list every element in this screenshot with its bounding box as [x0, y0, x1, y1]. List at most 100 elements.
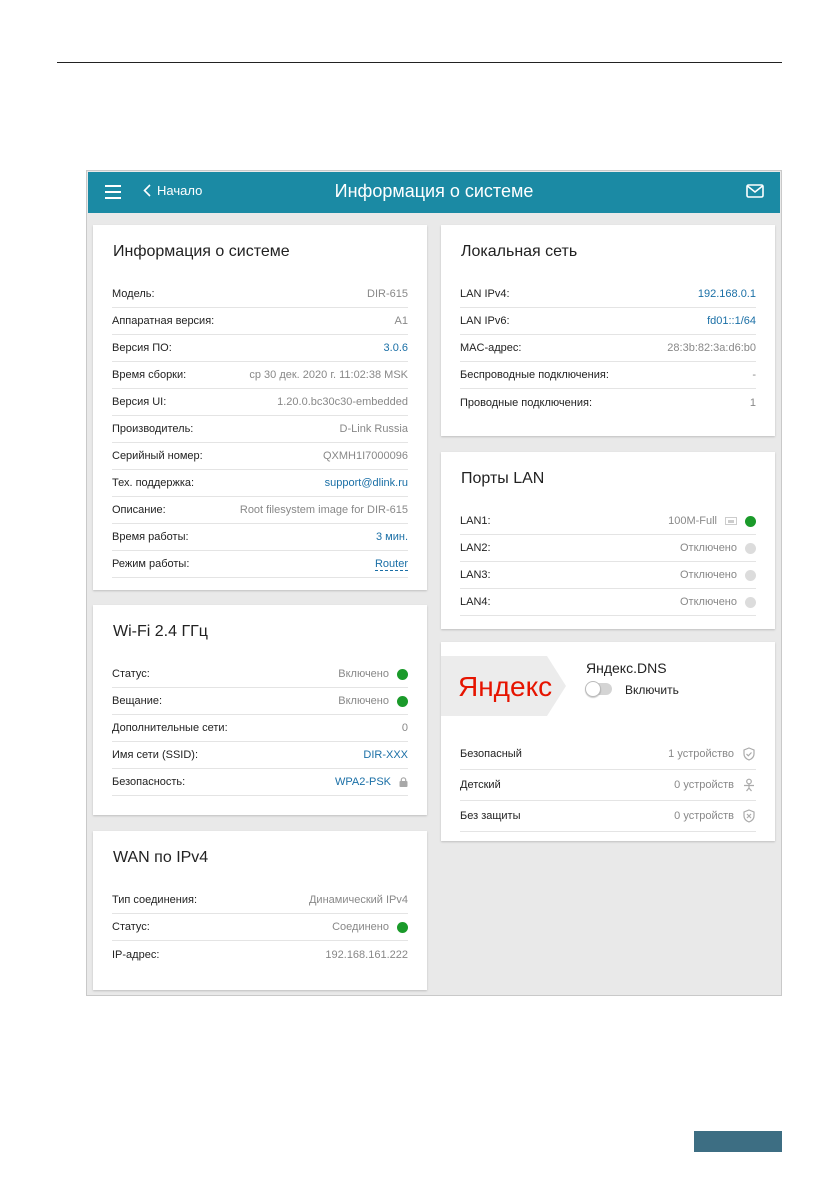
shield-check-icon: [743, 747, 755, 761]
info-row-support: Тех. поддержка: support@dlink.ru: [112, 470, 408, 497]
toggle-knob: [585, 681, 601, 697]
ssid-link[interactable]: DIR-XXX: [363, 749, 408, 761]
port-disconnected-indicator: [745, 542, 756, 554]
row-value: Отключено: [680, 596, 737, 608]
row-value: 1: [749, 396, 756, 409]
row-label: Производитель:: [112, 423, 194, 435]
ethernet-icon: [725, 517, 737, 525]
row-label: MAC-адрес:: [460, 342, 522, 354]
row-label: Версия UI:: [112, 396, 167, 408]
system-info-title: Информация о системе: [113, 243, 290, 260]
svg-text:Яндекс: Яндекс: [458, 671, 552, 702]
wan-row-status: Статус: Соединено: [112, 914, 408, 941]
row-label: Тех. поддержка:: [112, 477, 195, 489]
wan-card: WAN по IPv4 Тип соединения: Динамический …: [93, 831, 427, 990]
row-label: LAN IPv4:: [460, 288, 510, 300]
row-value: 0 устройств: [674, 810, 734, 822]
dns-row-family: Детский 0 устройств: [460, 770, 756, 801]
toggle-label: Включить: [625, 683, 679, 697]
wifi-row-extra-networks: Дополнительные сети: 0: [112, 715, 408, 742]
row-label: Проводные подключения:: [460, 396, 593, 409]
port-row-lan4: LAN4: Отключено: [460, 589, 756, 616]
security-link[interactable]: WPA2-PSK: [335, 776, 391, 788]
router-ui-screenshot: Начало Информация о системе Информация о…: [86, 170, 782, 996]
row-label: Безопасный: [460, 748, 522, 760]
row-label: Версия ПО:: [112, 342, 172, 354]
lan-ports-card: Порты LAN LAN1: 100M-Full LAN2: Отключено …: [441, 452, 775, 629]
lan-title: Локальная сеть: [461, 243, 578, 260]
row-label: Безопасность:: [112, 776, 186, 788]
info-row-vendor: Производитель: D-Link Russia: [112, 416, 408, 443]
lan-row-wireless: Беспроводные подключения: -: [460, 362, 756, 389]
row-label: Аппаратная версия:: [112, 315, 215, 327]
row-label: Статус:: [112, 921, 150, 933]
row-label: Имя сети (SSID):: [112, 749, 199, 761]
port-row-lan1: LAN1: 100M-Full: [460, 508, 756, 535]
wan-row-ip: IP-адрес: 192.168.161.222: [112, 941, 408, 968]
status-on-indicator: [397, 668, 408, 680]
wifi-row-status: Статус: Включено: [112, 661, 408, 688]
port-row-lan3: LAN3: Отключено: [460, 562, 756, 589]
firmware-version-link[interactable]: 3.0.6: [384, 342, 408, 354]
row-value: 0 устройств: [674, 779, 734, 791]
wifi-title: Wi-Fi 2.4 ГГц: [113, 623, 208, 640]
row-label: Статус:: [112, 668, 150, 680]
info-row-description: Описание: Root filesystem image for DIR-6…: [112, 497, 408, 524]
port-connected-indicator: [745, 515, 756, 527]
lan-ipv6-link[interactable]: fd01::1/64: [707, 315, 756, 327]
document-header-rule: [57, 62, 782, 63]
row-value: D-Link Russia: [339, 423, 408, 435]
yandex-dns-title: Яндекс.DNS: [586, 660, 667, 676]
row-label: LAN IPv6:: [460, 315, 510, 327]
row-value: Root filesystem image for DIR-615: [239, 504, 408, 516]
top-bar: Начало Информация о системе: [88, 172, 780, 213]
row-value: 192.168.161.222: [325, 948, 408, 961]
lan-ipv4-link[interactable]: 192.168.0.1: [698, 288, 756, 300]
row-label: LAN2:: [460, 542, 491, 554]
port-row-lan2: LAN2: Отключено: [460, 535, 756, 562]
port-disconnected-indicator: [745, 596, 756, 608]
info-row-firmware: Версия ПО: 3.0.6: [112, 335, 408, 362]
wifi-card: Wi-Fi 2.4 ГГц Статус: Включено Вещание: Вк…: [93, 605, 427, 815]
row-value: Динамический IPv4: [308, 894, 408, 906]
row-label: Описание:: [112, 504, 166, 516]
lan-row-ipv6: LAN IPv6: fd01::1/64: [460, 308, 756, 335]
work-mode-link[interactable]: Router: [374, 558, 408, 571]
yandex-dns-toggle[interactable]: [585, 681, 612, 697]
row-label: Режим работы:: [112, 558, 190, 570]
info-row-mode: Режим работы: Router: [112, 551, 408, 578]
row-value: Включено: [338, 695, 389, 707]
row-value: Отключено: [680, 542, 737, 554]
info-row-model: Модель: DIR-615: [112, 281, 408, 308]
row-label: Беспроводные подключения:: [460, 369, 609, 381]
page-number-tab: [694, 1131, 782, 1152]
row-value: 100M-Full: [668, 515, 717, 527]
mail-icon[interactable]: [746, 184, 764, 198]
status-on-indicator: [397, 695, 408, 707]
info-row-serial: Серийный номер: QXMH1I7000096: [112, 443, 408, 470]
port-disconnected-indicator: [745, 569, 756, 581]
info-row-ui-version: Версия UI: 1.20.0.bc30c30-embedded: [112, 389, 408, 416]
row-value: DIR-615: [367, 288, 408, 300]
lan-row-wired: Проводные подключения: 1: [460, 389, 756, 416]
row-label: Детский: [460, 779, 501, 791]
row-label: LAN3:: [460, 569, 491, 581]
support-email-link[interactable]: support@dlink.ru: [325, 477, 408, 489]
system-info-card: Информация о системе Модель: DIR-615 Аппа…: [93, 225, 427, 590]
row-label: Серийный номер:: [112, 450, 203, 462]
info-row-build-time: Время сборки: ср 30 дек. 2020 г. 11:02:38…: [112, 362, 408, 389]
row-value: Соединено: [332, 921, 389, 933]
row-value: QXMH1I7000096: [323, 450, 408, 462]
row-value: 0: [401, 722, 408, 734]
row-label: Модель:: [112, 288, 155, 300]
info-row-uptime: Время работы: 3 мин.: [112, 524, 408, 551]
lan-row-mac: MAC-адрес: 28:3b:82:3a:d6:b0: [460, 335, 756, 362]
wifi-row-broadcast: Вещание: Включено: [112, 688, 408, 715]
row-label: LAN1:: [460, 515, 491, 527]
row-label: Время сборки:: [112, 369, 187, 381]
lan-ports-title: Порты LAN: [461, 470, 545, 487]
dns-row-safe: Безопасный 1 устройство: [460, 739, 756, 770]
row-value: -: [752, 369, 756, 381]
yandex-dns-card: Яндекс Яндекс.DNS Включить Безопасный 1 у…: [441, 642, 775, 841]
lan-row-ipv4: LAN IPv4: 192.168.0.1: [460, 281, 756, 308]
